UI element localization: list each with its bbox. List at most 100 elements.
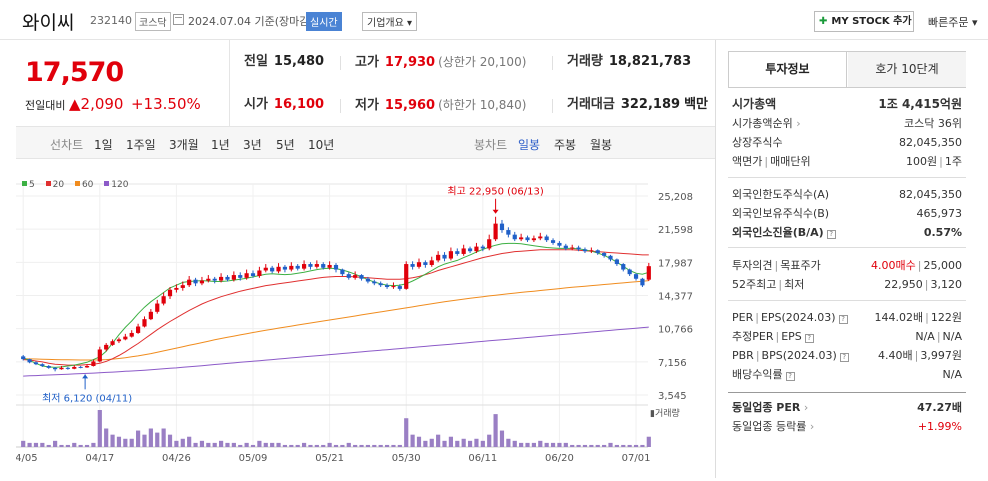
candle-body [487,239,492,249]
foreign-rate-label: 외국인소진율(B/A) [732,226,824,239]
candle-body [257,270,262,276]
volume-bar [563,442,568,447]
cap-rank-row[interactable]: 시가총액순위 › 코스닥 36위 [732,115,964,133]
candle-body [72,366,77,369]
volume-bar [289,444,294,447]
sector-per-row[interactable]: 동일업종 PER › 47.27배 [732,399,964,417]
help-icon[interactable]: ? [804,334,814,343]
candle-body [225,276,230,280]
period-1y[interactable]: 1년 [211,136,230,153]
candle-body [148,311,153,320]
company-info-dropdown[interactable]: 기업개요 ▾ [362,12,418,31]
panel-tabs: 투자정보 호가 10단계 [728,51,966,88]
period-3y[interactable]: 3년 [243,136,262,153]
legend-ma120-label: 120 [111,180,129,190]
stock-code: 232140 [90,14,132,27]
volume-bar [199,440,205,447]
mystock-label: MY STOCK 추가 [831,16,912,27]
high-arrow-head [492,209,499,214]
volume-value: 18,821,783 [608,54,692,69]
candle-daily[interactable]: 일봉 [518,136,540,153]
x-tick-label: 04/17 [85,453,114,464]
period-5y[interactable]: 5년 [276,136,295,153]
candle-body [104,344,109,350]
est-per-label: 추정PER [732,330,774,343]
candle-body [333,264,339,270]
volume-bar [91,442,96,447]
volume-bar [40,442,45,447]
volume-bar [327,442,332,447]
week52-row: 52주최고 | 최저 22,950 | 3,120 [732,276,964,294]
help-icon[interactable]: ? [838,315,848,324]
candle-body [602,253,607,256]
candle-body [461,248,466,254]
chart-canvas: 25,208 21,598 17,987 14,377 10,766 7,156 3,545… [9,183,693,464]
stock-name: 와이씨 [22,12,75,34]
period-10y[interactable]: 10년 [308,136,334,153]
period-1d[interactable]: 1일 [94,136,113,153]
volume-bar [365,444,371,447]
stock-chart[interactable]: 5 20 60 120 25,208 21,598 17,987 14,377 10,7… [9,170,715,478]
bps-amount: 3,997원 [920,349,962,362]
volume-bar [333,444,339,447]
help-icon[interactable]: ? [785,372,795,381]
shares-row: 상장주식수 82,045,350 [732,134,964,152]
candle-body [136,326,141,333]
candle-body [589,250,594,252]
volume-bar [493,414,498,447]
line-chart-label: 선차트 [50,138,84,152]
par-amount: 100원 [906,155,938,168]
sector-rate-label: 동일업종 등락률 [732,420,807,433]
volume-bar [646,436,651,447]
ma60-line [23,280,649,361]
tab-investment-info[interactable]: 투자정보 [729,52,847,87]
pbr-label: PBR [732,349,754,362]
sector-rate-row[interactable]: 동일업종 등락률 › +1.99% [732,418,964,436]
target-label: 목표주가 [780,259,821,272]
prev-value: 15,480 [273,54,325,69]
candle-weekly[interactable]: 주봉 [554,136,576,153]
candle-body [295,265,300,269]
volume-bar [308,444,313,447]
mystock-add-button[interactable]: ✚ MY STOCK 추가 [814,11,914,32]
volume-bar [136,430,141,447]
divider [728,177,966,178]
current-price: 17,570 [25,57,124,88]
realtime-button[interactable]: 실시간 [306,12,342,31]
candle-body [359,275,364,279]
volume-bar [231,442,236,447]
low-arrow-head [82,374,89,379]
divider [340,99,341,113]
help-icon[interactable]: ? [826,230,836,239]
candle-body [46,366,51,368]
volume-bar [550,442,556,447]
volume-bar [270,442,275,447]
volume-bar [614,444,619,447]
quick-order-link[interactable]: 빠른주문 ▾ [928,14,978,30]
tab-order-book[interactable]: 호가 10단계 [848,52,966,87]
candle-body [627,269,632,275]
volume-bar [576,444,581,447]
period-1w[interactable]: 1주일 [126,136,156,153]
open-label: 시가 [244,97,268,112]
volume-bar [282,444,288,447]
candle-body [231,275,236,280]
x-tick-label: 04/05 [16,453,38,464]
volume-bar [193,442,198,447]
divider [552,56,553,70]
period-selector-bar: 선차트 1일 1주일 3개월 1년 3년 5년 10년 봉차트 일봉 주봉 월봉 [16,126,715,159]
volume-bar [404,418,409,447]
volume-bar [218,440,224,447]
candle-body [557,242,562,246]
volume-bar [116,436,122,447]
volume-bar [499,430,505,447]
candle-body [180,285,185,288]
volume-bar [321,444,326,447]
help-icon[interactable]: ? [839,353,849,362]
candle-body [155,303,160,312]
period-3m[interactable]: 3개월 [169,136,199,153]
volume-bar [263,442,268,447]
candle-body [91,361,96,367]
candle-monthly[interactable]: 월봉 [590,136,612,153]
eps-amount: 122원 [930,311,962,324]
